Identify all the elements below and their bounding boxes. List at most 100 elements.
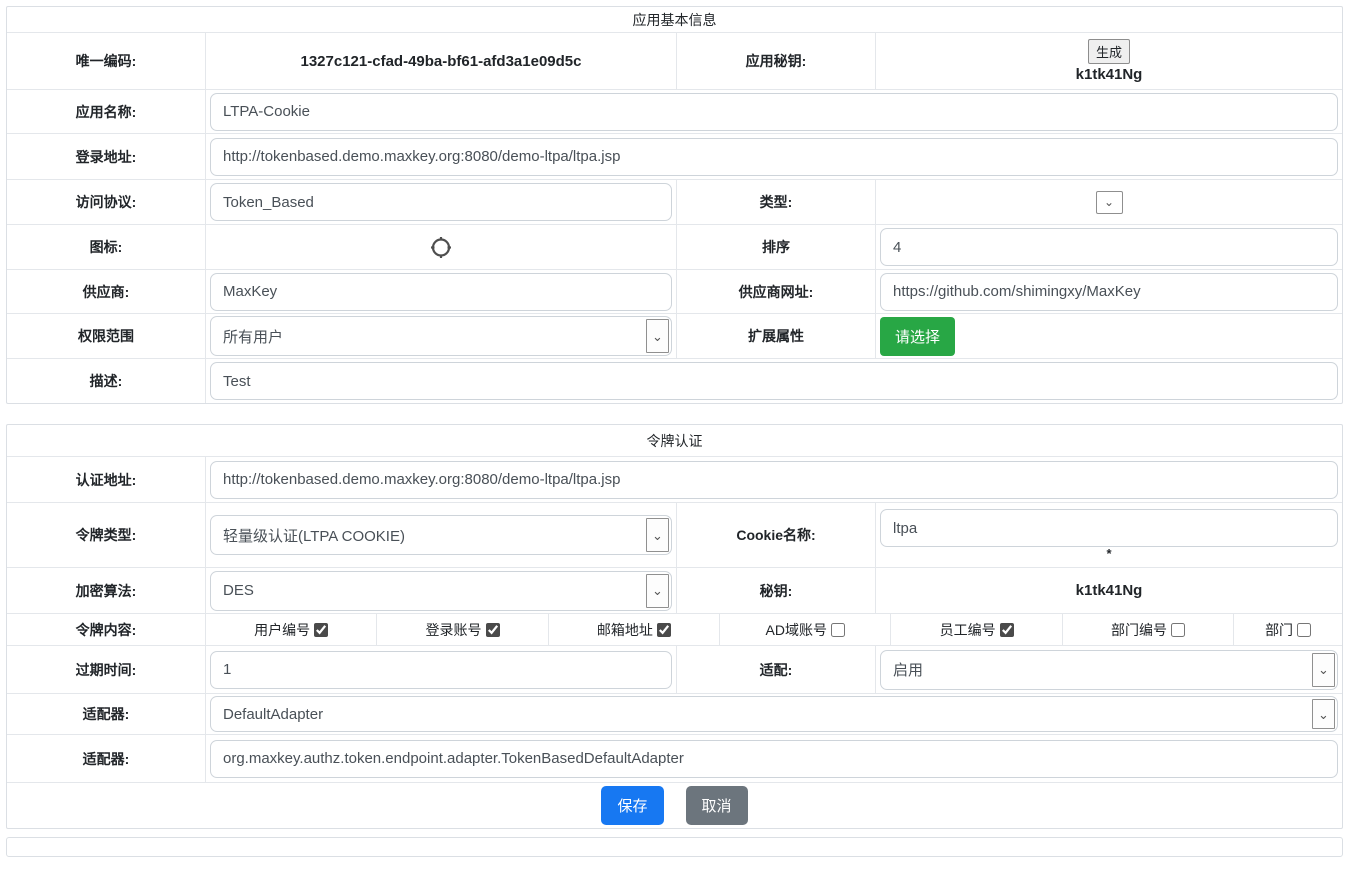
app-secret-label: 应用秘钥: (676, 33, 876, 89)
broken-image-icon (430, 235, 452, 260)
protocol-input[interactable] (210, 183, 672, 221)
row-adapter-class: 适配器: (7, 734, 1342, 782)
token-content-checkbox-0[interactable] (314, 623, 328, 637)
row-scope-extattr: 权限范围 所有用户 ⌄ 扩展属性 请选择 (7, 313, 1342, 358)
token-content-checkbox-3[interactable] (831, 623, 845, 637)
cookie-name-label: Cookie名称: (676, 503, 876, 567)
secret-label: 秘钥: (676, 568, 876, 613)
description-input[interactable] (210, 362, 1338, 400)
auth-url-label: 认证地址: (7, 457, 206, 502)
chevron-down-icon: ⌄ (1104, 196, 1114, 208)
token-content-item-label: 用户编号 (254, 620, 310, 640)
token-content-item: 登录账号 (376, 614, 547, 645)
chevron-down-icon: ⌄ (646, 574, 669, 608)
row-icon-sort: 图标: 排序 (7, 224, 1342, 269)
chevron-down-icon: ⌄ (646, 319, 669, 353)
cancel-button[interactable]: 取消 (686, 786, 748, 825)
vendor-url-input[interactable] (880, 273, 1338, 311)
chevron-down-icon: ⌄ (646, 518, 669, 552)
adapter-class-label: 适配器: (7, 735, 206, 782)
app-secret-cell: 生成 k1tk41Ng (876, 33, 1342, 89)
form-actions: 保存 取消 (7, 782, 1342, 828)
token-content-checkbox-1[interactable] (486, 623, 500, 637)
token-content-item-label: 邮箱地址 (597, 620, 653, 640)
token-content-item: 用户编号 (206, 614, 376, 645)
chevron-down-icon: ⌄ (1312, 699, 1335, 729)
vendor-label: 供应商: (7, 270, 206, 313)
adapt-select[interactable]: 启用 ⌄ (880, 650, 1338, 690)
row-expires-adapt: 过期时间: 适配: 启用 ⌄ (7, 645, 1342, 693)
expires-label: 过期时间: (7, 646, 206, 693)
section-token-auth: 令牌认证 认证地址: 令牌类型: 轻量级认证(LTPA COOKIE) ⌄ Co… (6, 424, 1343, 829)
token-content-cells: 用户编号 登录账号 邮箱地址 AD域账号 员工编号 部门编号 部门 (206, 614, 1342, 645)
token-content-checkbox-5[interactable] (1171, 623, 1185, 637)
algorithm-label: 加密算法: (7, 568, 206, 613)
token-content-item-label: 部门 (1265, 620, 1293, 640)
adapter-select[interactable]: DefaultAdapter ⌄ (210, 696, 1338, 732)
sort-input[interactable] (880, 228, 1338, 266)
adapt-label: 适配: (676, 646, 876, 693)
row-unique-code: 唯一编码: 1327c121-cfad-49ba-bf61-afd3a1e09d… (7, 32, 1342, 89)
row-protocol-category: 访问协议: 类型: ⌄ (7, 179, 1342, 224)
unique-code-label: 唯一编码: (7, 33, 206, 89)
unique-code-value: 1327c121-cfad-49ba-bf61-afd3a1e09d5c (206, 33, 676, 89)
scope-select[interactable]: 所有用户 ⌄ (210, 316, 672, 356)
login-url-input[interactable] (210, 138, 1338, 176)
token-content-item-label: AD域账号 (766, 620, 827, 640)
token-content-item: 部门 (1233, 614, 1342, 645)
algorithm-select[interactable]: DES ⌄ (210, 571, 672, 611)
cookie-name-input[interactable] (880, 509, 1338, 547)
category-label: 类型: (676, 180, 876, 224)
app-name-label: 应用名称: (7, 90, 206, 133)
chevron-down-icon: ⌄ (1312, 653, 1335, 687)
token-content-item-label: 登录账号 (426, 620, 482, 640)
vendor-url-label: 供应商网址: (676, 270, 876, 313)
row-vendor: 供应商: 供应商网址: (7, 269, 1342, 313)
category-select[interactable]: ⌄ (1096, 191, 1123, 214)
section-basic-info-title: 应用基本信息 (7, 7, 1342, 32)
token-content-checkbox-2[interactable] (657, 623, 671, 637)
ext-attr-select-button[interactable]: 请选择 (880, 317, 955, 356)
vendor-input[interactable] (210, 273, 672, 311)
token-content-item: 员工编号 (890, 614, 1061, 645)
token-content-item: AD域账号 (719, 614, 890, 645)
sort-label: 排序 (676, 225, 876, 269)
secret-value: k1tk41Ng (1076, 582, 1143, 599)
row-algorithm-secret: 加密算法: DES ⌄ 秘钥: k1tk41Ng (7, 567, 1342, 613)
row-app-name: 应用名称: (7, 89, 1342, 133)
row-auth-url: 认证地址: (7, 456, 1342, 502)
app-name-input[interactable] (210, 93, 1338, 131)
app-secret-value: k1tk41Ng (1076, 66, 1143, 83)
generate-secret-button[interactable]: 生成 (1088, 39, 1130, 64)
ext-attr-label: 扩展属性 (676, 314, 876, 358)
required-mark: * (880, 547, 1338, 561)
token-content-item: 邮箱地址 (548, 614, 719, 645)
description-label: 描述: (7, 359, 206, 403)
row-token-type-cookie: 令牌类型: 轻量级认证(LTPA COOKIE) ⌄ Cookie名称: * (7, 502, 1342, 567)
token-content-item-label: 部门编号 (1111, 620, 1167, 640)
row-token-content: 令牌内容: 用户编号 登录账号 邮箱地址 AD域账号 员工编号 部门编号 部门 (7, 613, 1342, 645)
protocol-label: 访问协议: (7, 180, 206, 224)
scope-label: 权限范围 (7, 314, 206, 358)
section-token-auth-title: 令牌认证 (7, 425, 1342, 456)
row-description: 描述: (7, 358, 1342, 403)
app-config-page: 应用基本信息 唯一编码: 1327c121-cfad-49ba-bf61-afd… (0, 0, 1349, 857)
token-type-label: 令牌类型: (7, 503, 206, 567)
footer-empty-panel (6, 837, 1343, 857)
adapter-select-label: 适配器: (7, 694, 206, 734)
token-content-item: 部门编号 (1062, 614, 1233, 645)
save-button[interactable]: 保存 (601, 786, 663, 825)
section-basic-info: 应用基本信息 唯一编码: 1327c121-cfad-49ba-bf61-afd… (6, 6, 1343, 404)
adapter-class-input[interactable] (210, 740, 1338, 778)
row-login-url: 登录地址: (7, 133, 1342, 179)
auth-url-input[interactable] (210, 461, 1338, 499)
token-content-label: 令牌内容: (7, 614, 206, 645)
login-url-label: 登录地址: (7, 134, 206, 179)
token-content-item-label: 员工编号 (940, 620, 996, 640)
token-content-checkbox-6[interactable] (1297, 623, 1311, 637)
token-content-checkbox-4[interactable] (1000, 623, 1014, 637)
row-adapter-select: 适配器: DefaultAdapter ⌄ (7, 693, 1342, 734)
icon-label: 图标: (7, 225, 206, 269)
expires-input[interactable] (210, 651, 672, 689)
token-type-select[interactable]: 轻量级认证(LTPA COOKIE) ⌄ (210, 515, 672, 555)
